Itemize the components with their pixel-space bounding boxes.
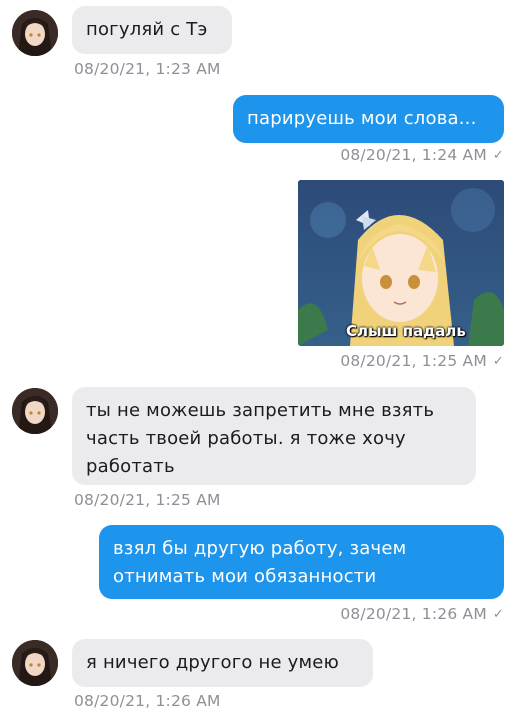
message-line: взял бы другую работу, зачем <box>113 538 407 559</box>
check-icon: ✓ <box>492 147 504 163</box>
message-timestamp: 08/20/21, 1:26 AM <box>74 692 221 710</box>
message-bubble-incoming[interactable]: ты не можешь запретить мне взять часть т… <box>72 387 476 485</box>
message-line: отнимать мои обязанности <box>113 566 377 587</box>
message-status: 08/20/21, 1:24 AM ✓ <box>340 146 504 164</box>
avatar-image <box>12 640 58 686</box>
message-line: ты не можешь запретить мне взять <box>86 400 435 421</box>
message-status: 08/20/21, 1:26 AM ✓ <box>340 605 504 623</box>
message-line: работать <box>86 456 175 477</box>
message-bubble-incoming[interactable]: я ничего другого не умею <box>72 639 373 687</box>
message-timestamp: 08/20/21, 1:23 AM <box>74 60 221 78</box>
contact-avatar[interactable] <box>12 10 58 56</box>
image-message[interactable]: Слыш падаль <box>298 180 504 346</box>
message-bubble-outgoing[interactable]: парируешь мои слова... <box>233 95 504 143</box>
message-timestamp: 08/20/21, 1:24 AM <box>340 146 487 164</box>
contact-avatar[interactable] <box>12 640 58 686</box>
message-line: часть твоей работы. я тоже хочу <box>86 428 406 449</box>
avatar-image <box>12 10 58 56</box>
message-timestamp: 08/20/21, 1:25 AM <box>74 491 221 509</box>
message-status: 08/20/21, 1:25 AM ✓ <box>340 352 504 370</box>
message-timestamp: 08/20/21, 1:25 AM <box>340 352 487 370</box>
message-bubble-incoming[interactable]: погуляй с Тэ <box>72 6 232 54</box>
message-text: я ничего другого не умею <box>86 652 339 673</box>
check-icon: ✓ <box>492 606 504 622</box>
message-bubble-outgoing[interactable]: взял бы другую работу, зачем отнимать мо… <box>99 525 504 599</box>
contact-avatar[interactable] <box>12 388 58 434</box>
image-caption: Слыш падаль <box>346 322 466 340</box>
message-text: погуляй с Тэ <box>86 19 208 40</box>
check-icon: ✓ <box>492 353 504 369</box>
message-text: парируешь мои слова... <box>247 108 477 129</box>
message-timestamp: 08/20/21, 1:26 AM <box>340 605 487 623</box>
avatar-image <box>12 388 58 434</box>
